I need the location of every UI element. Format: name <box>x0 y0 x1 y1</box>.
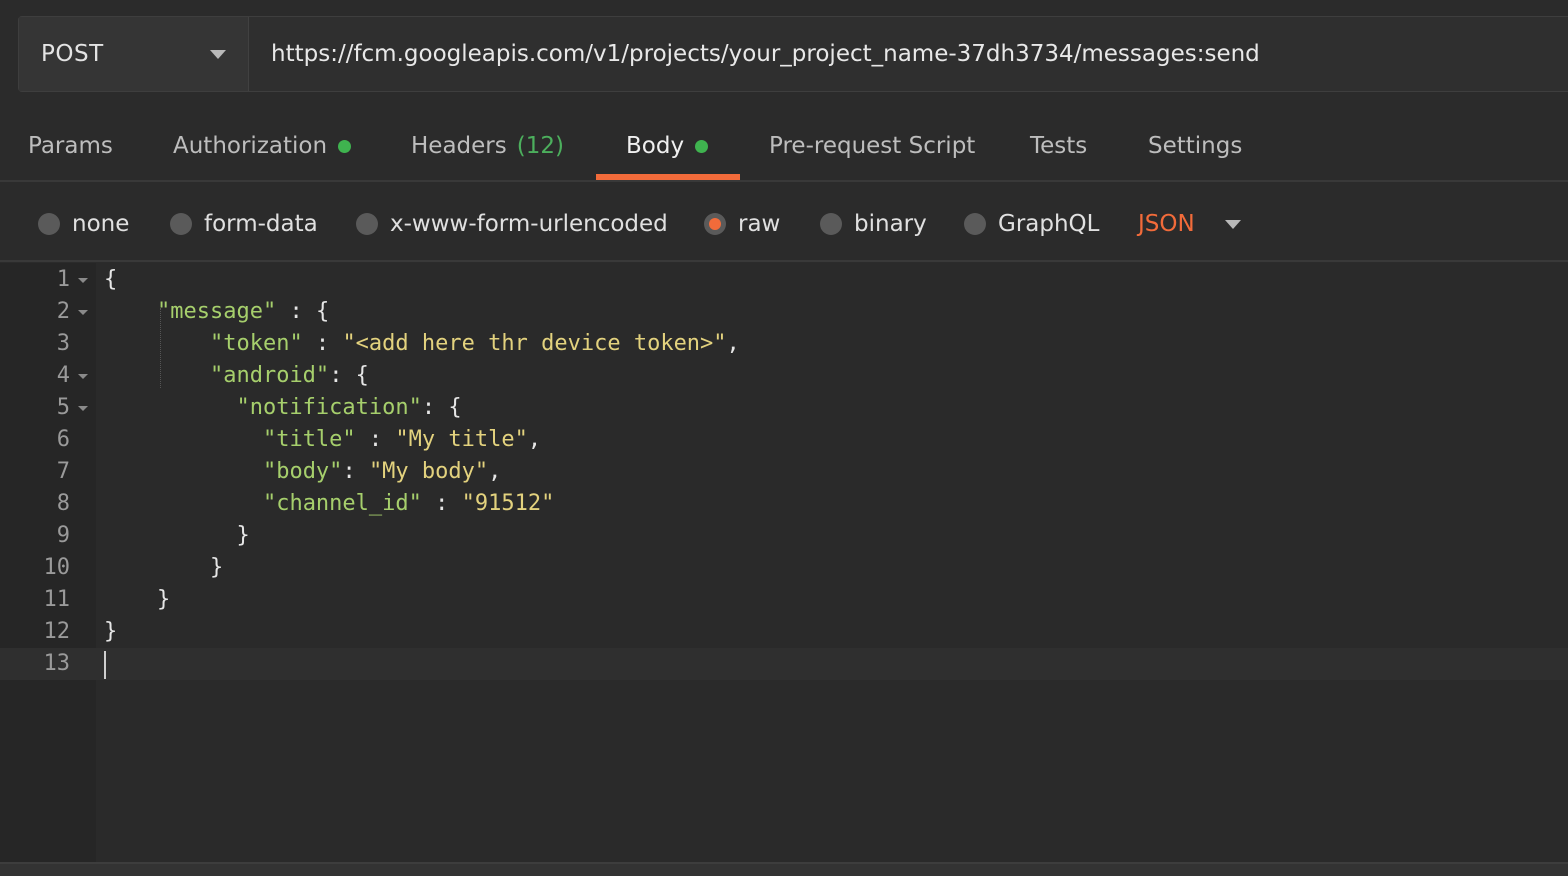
radio-label: form-data <box>204 211 318 237</box>
code-line: 13 <box>0 648 1568 680</box>
code-line: 3 "token" : "<add here thr device token>… <box>0 328 1568 360</box>
tab-headers[interactable]: Headers (12) <box>411 112 564 180</box>
radio-graphql[interactable]: GraphQL <box>964 190 1099 258</box>
line-number: 3 <box>56 331 70 356</box>
code-text: "message" : { <box>156 299 330 324</box>
chevron-down-icon <box>1224 219 1241 229</box>
code-text: } <box>104 587 171 612</box>
line-number: 13 <box>43 651 71 676</box>
code-text: { <box>104 267 118 292</box>
line-number: 6 <box>56 427 70 452</box>
tab-label: Settings <box>1148 133 1243 159</box>
tab-label: Body <box>626 133 685 159</box>
line-number: 4 <box>56 363 70 388</box>
code-line: 6 "title" : "My title", <box>0 424 1568 456</box>
radio-label: none <box>72 211 130 237</box>
code-text: "body": "My body", <box>262 459 502 484</box>
line-number: 11 <box>43 587 71 612</box>
radio-label: GraphQL <box>998 211 1100 237</box>
fold-arrow-icon[interactable] <box>78 374 88 379</box>
code-line: 1{ <box>0 264 1568 296</box>
line-number: 8 <box>56 491 70 516</box>
radio-none[interactable]: none <box>38 190 129 258</box>
tab-label: Pre-request Script <box>769 133 976 159</box>
code-line: 4 "android": { <box>0 360 1568 392</box>
tab-label: Headers <box>411 133 507 159</box>
code-line: 11 } <box>0 584 1568 616</box>
code-text: "android": { <box>209 363 369 388</box>
format-dropdown[interactable]: JSON <box>1138 190 1241 258</box>
code-line: 12} <box>0 616 1568 648</box>
url-input[interactable]: https://fcm.googleapis.com/v1/projects/y… <box>249 17 1568 91</box>
code-text: "channel_id" : "91512" <box>262 491 555 516</box>
headers-count-badge: (12) <box>516 133 564 159</box>
line-number: 10 <box>43 555 71 580</box>
line-number: 2 <box>56 299 70 324</box>
code-line: 9 } <box>0 520 1568 552</box>
radio-circle-icon <box>170 213 192 235</box>
method-label: POST <box>41 41 104 67</box>
tab-params[interactable]: Params <box>28 112 113 180</box>
radio-label: raw <box>738 211 781 237</box>
code-line: 2 "message" : { <box>0 296 1568 328</box>
radio-form-data[interactable]: form-data <box>170 190 318 258</box>
code-text: "notification": { <box>236 395 462 420</box>
code-line: 10 } <box>0 552 1568 584</box>
code-line: 8 "channel_id" : "91512" <box>0 488 1568 520</box>
tab-label: Authorization <box>173 133 328 159</box>
radio-label: binary <box>854 211 927 237</box>
fold-arrow-icon[interactable] <box>78 310 88 315</box>
radio-circle-icon <box>820 213 842 235</box>
line-number: 7 <box>56 459 70 484</box>
chevron-down-icon <box>210 49 226 59</box>
code-line: 5 "notification": { <box>0 392 1568 424</box>
indent-guide <box>160 308 161 388</box>
tab-authorization[interactable]: Authorization <box>173 112 352 180</box>
status-dot-icon <box>695 139 709 153</box>
line-number: 12 <box>43 619 71 644</box>
radio-circle-icon <box>38 213 60 235</box>
active-tab-indicator <box>596 174 740 180</box>
tab-label: Tests <box>1030 133 1088 159</box>
request-url-bar: POST https://fcm.googleapis.com/v1/proje… <box>18 16 1568 92</box>
code-editor[interactable]: 1{2 "message" : {3 "token" : "<add here … <box>0 263 1568 863</box>
fold-arrow-icon[interactable] <box>78 278 88 283</box>
radio-x-www-form-urlencoded[interactable]: x-www-form-urlencoded <box>356 190 668 258</box>
text-cursor <box>104 651 106 679</box>
radio-label: x-www-form-urlencoded <box>390 211 668 237</box>
format-label: JSON <box>1138 211 1195 237</box>
radio-circle-icon <box>964 213 986 235</box>
line-number: 1 <box>56 267 70 292</box>
code-line: 7 "body": "My body", <box>0 456 1568 488</box>
fold-arrow-icon[interactable] <box>78 406 88 411</box>
code-text: "title" : "My title", <box>262 427 542 452</box>
code-text: } <box>104 555 224 580</box>
body-type-selector: none form-data x-www-form-urlencoded raw… <box>0 190 1568 262</box>
status-dot-icon <box>338 139 352 153</box>
radio-circle-icon <box>356 213 378 235</box>
line-number: 9 <box>56 523 70 548</box>
request-tabs: Params Authorization Headers (12) Body P… <box>0 112 1568 182</box>
tab-pre-request-script[interactable]: Pre-request Script <box>769 112 975 180</box>
method-dropdown[interactable]: POST <box>19 17 249 91</box>
code-text: "token" : "<add here thr device token>", <box>209 331 740 356</box>
line-number: 5 <box>56 395 70 420</box>
tab-tests[interactable]: Tests <box>1030 112 1087 180</box>
code-text: } <box>104 523 250 548</box>
code-text: } <box>104 619 118 644</box>
radio-binary[interactable]: binary <box>820 190 927 258</box>
tab-body[interactable]: Body <box>626 112 709 180</box>
tab-label: Params <box>28 133 113 159</box>
radio-selected-icon <box>704 213 726 235</box>
radio-raw[interactable]: raw <box>704 190 780 258</box>
tab-settings[interactable]: Settings <box>1148 112 1242 180</box>
